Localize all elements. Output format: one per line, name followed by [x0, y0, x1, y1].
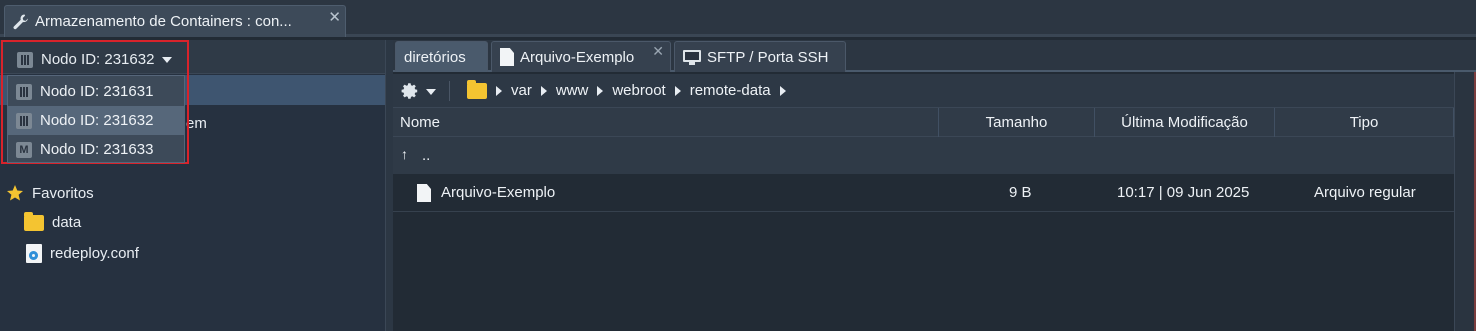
file-size: 9 B	[1009, 184, 1032, 201]
chevron-right-icon[interactable]	[496, 85, 502, 96]
folder-icon	[24, 211, 44, 231]
node-icon	[16, 112, 32, 129]
breadcrumb-item[interactable]: remote-data	[690, 82, 771, 99]
chevron-down-icon[interactable]	[426, 89, 436, 95]
file-name[interactable]: Arquivo-Exemplo	[441, 184, 555, 201]
node-option-label: Nodo ID: 231632	[40, 112, 154, 129]
star-icon	[7, 185, 23, 201]
favorite-item-redeploy-conf[interactable]: redeploy.conf	[26, 244, 139, 263]
column-header-type[interactable]: Tipo	[1275, 108, 1454, 137]
file-tabs: diretórios Arquivo-Exemplo ✕ SFTP / Port…	[393, 40, 1476, 72]
chevron-right-icon[interactable]	[540, 85, 547, 96]
node-dropdown-list: Nodo ID: 231631 Nodo ID: 231632 Nodo ID:…	[7, 75, 185, 163]
node-option-231633[interactable]: Nodo ID: 231633	[8, 135, 184, 164]
panel-splitter[interactable]	[385, 40, 393, 331]
favorite-label: redeploy.conf	[50, 245, 139, 262]
node-option-231631[interactable]: Nodo ID: 231631	[8, 77, 184, 106]
folder-icon[interactable]	[467, 79, 487, 99]
tab-directories[interactable]: diretórios	[395, 41, 488, 72]
app-tab-title: Armazenamento de Containers : con...	[35, 13, 292, 30]
node-option-label: Nodo ID: 231633	[40, 141, 154, 158]
node-option-label: Nodo ID: 231631	[40, 83, 154, 100]
chevron-right-icon[interactable]	[779, 85, 786, 96]
favorites-header[interactable]: Favoritos	[6, 184, 94, 202]
up-arrow-icon: ↑	[401, 146, 408, 162]
column-header-modified[interactable]: Última Modificação	[1095, 108, 1275, 137]
node-option-231632[interactable]: Nodo ID: 231632	[8, 106, 184, 135]
app-tab-bar: Armazenamento de Containers : con... ✕	[0, 0, 1476, 37]
chevron-right-icon[interactable]	[597, 85, 604, 96]
favorite-label: data	[52, 214, 82, 231]
tab-label: SFTP / Porta SSH	[707, 48, 829, 66]
file-type: Arquivo regular	[1314, 184, 1416, 201]
close-icon[interactable]: ✕	[652, 43, 664, 60]
master-node-icon	[16, 141, 32, 158]
app-tab[interactable]: Armazenamento de Containers : con... ✕	[4, 5, 346, 37]
parent-directory-label: ..	[422, 147, 431, 164]
tab-label: diretórios	[404, 48, 466, 66]
toolbar-separator	[449, 81, 450, 101]
node-dropdown: Nodo ID: 231632 Nodo ID: 231631 Nodo ID:…	[1, 40, 189, 164]
gear-icon[interactable]	[401, 82, 419, 100]
breadcrumb-item[interactable]: www	[556, 82, 589, 99]
config-file-icon	[26, 244, 42, 263]
column-header-name[interactable]: Nome	[393, 108, 939, 137]
node-selector-label: Nodo ID: 231632	[41, 51, 155, 68]
close-icon[interactable]: ✕	[328, 8, 341, 26]
file-icon	[417, 184, 431, 202]
node-selector[interactable]: Nodo ID: 231632	[3, 42, 187, 75]
breadcrumb-item[interactable]: var	[511, 82, 532, 99]
file-icon	[500, 48, 514, 66]
node-icon	[17, 51, 33, 68]
path-toolbar: var www webroot remote-data	[393, 74, 1454, 108]
wrench-icon	[13, 14, 28, 30]
tab-sftp-ssh[interactable]: SFTP / Porta SSH	[674, 41, 846, 72]
column-header-size[interactable]: Tamanho	[939, 108, 1095, 137]
breadcrumb: var www webroot remote-data	[467, 79, 786, 99]
parent-directory-row[interactable]: ↑ ..	[393, 137, 1454, 174]
right-edge-panel	[1454, 72, 1476, 331]
favorites-label: Favoritos	[32, 184, 94, 202]
table-row[interactable]: Arquivo-Exemplo 9 B 10:17 | 09 Jun 2025 …	[393, 174, 1454, 212]
table-header: Nome Tamanho Última Modificação Tipo	[393, 108, 1454, 137]
tab-arquivo-exemplo[interactable]: Arquivo-Exemplo ✕	[491, 41, 671, 72]
file-modified: 10:17 | 09 Jun 2025	[1117, 184, 1250, 201]
terminal-icon	[683, 49, 701, 65]
file-manager-panel: diretórios Arquivo-Exemplo ✕ SFTP / Port…	[393, 40, 1476, 331]
tab-label: Arquivo-Exemplo	[520, 48, 635, 66]
breadcrumb-item[interactable]: webroot	[612, 82, 665, 99]
chevron-right-icon[interactable]	[674, 85, 681, 96]
chevron-down-icon	[162, 56, 173, 63]
tree-item-partial[interactable]: em	[186, 115, 207, 132]
node-icon	[16, 83, 32, 100]
favorite-item-data[interactable]: data	[24, 211, 82, 231]
